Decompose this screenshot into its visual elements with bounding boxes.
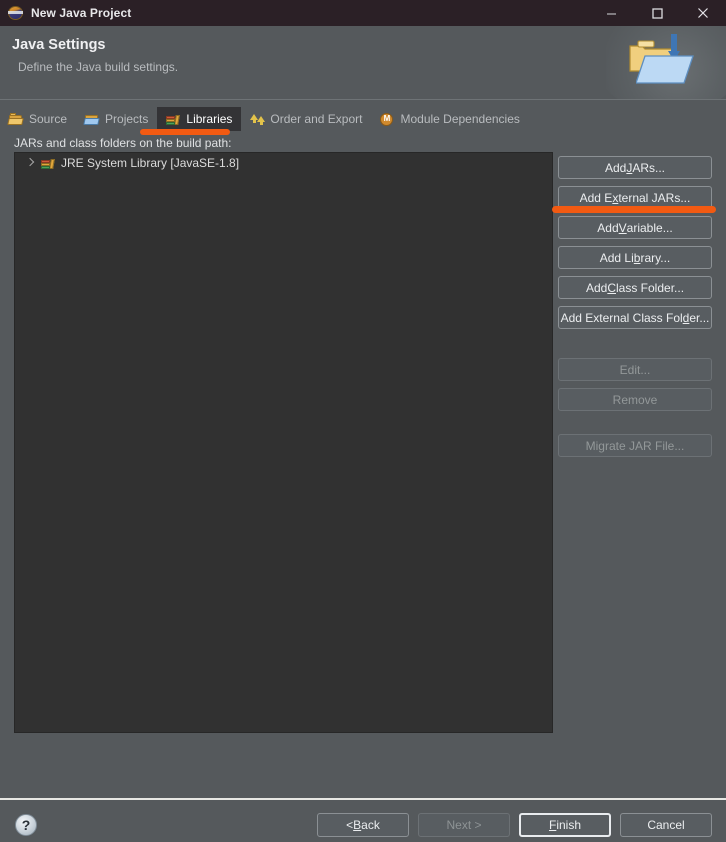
maximize-icon[interactable]	[634, 0, 680, 26]
tab-source[interactable]: Source	[0, 107, 76, 131]
libraries-books-icon	[40, 156, 56, 170]
page-subtitle: Define the Java build settings.	[18, 60, 179, 74]
wizard-banner: Java Settings Define the Java build sett…	[0, 26, 726, 100]
order-export-arrows-icon	[249, 112, 266, 127]
new-java-project-dialog: New Java Project Java Settings Define th…	[0, 0, 726, 842]
libraries-books-icon	[165, 112, 181, 127]
remove-button: Remove	[558, 388, 712, 411]
migrate-jar-file-button: Migrate JAR File...	[558, 434, 712, 457]
module-m-circle-icon: M	[379, 112, 395, 127]
tab-libraries-label: Libraries	[186, 112, 233, 126]
highlight-tab-libraries	[140, 129, 230, 135]
next-button: Next >	[418, 813, 510, 837]
list-item-label: JRE System Library [JavaSE-1.8]	[61, 156, 240, 170]
window-title: New Java Project	[31, 6, 132, 20]
cancel-button[interactable]: Cancel	[620, 813, 712, 837]
tab-module-dependencies[interactable]: M Module Dependencies	[371, 107, 528, 131]
window-controls	[588, 0, 726, 26]
tab-projects[interactable]: Projects	[76, 107, 157, 131]
back-button[interactable]: < Back	[317, 813, 409, 837]
add-external-class-folder-button[interactable]: Add External Class Fol d er...	[558, 306, 712, 329]
help-icon[interactable]: ?	[15, 814, 37, 836]
add-library-button[interactable]: Add Li b rary...	[558, 246, 712, 269]
wizard-nav-buttons: < Back Next > Finish Cancel	[317, 813, 712, 837]
minimize-icon[interactable]	[588, 0, 634, 26]
java-project-icon	[8, 5, 24, 21]
build-path-list[interactable]: JRE System Library [JavaSE-1.8]	[14, 152, 553, 733]
close-icon[interactable]	[680, 0, 726, 26]
tab-projects-label: Projects	[105, 112, 149, 126]
tab-libraries[interactable]: Libraries	[157, 107, 242, 131]
finish-button[interactable]: Finish	[519, 813, 611, 837]
tab-order-and-export-label: Order and Export	[270, 112, 363, 126]
chevron-right-icon[interactable]	[25, 158, 35, 168]
tab-order-and-export[interactable]: Order and Export	[241, 107, 371, 131]
build-path-tabs: Source Projects Libraries Order and Expo…	[0, 107, 726, 131]
tab-source-label: Source	[29, 112, 68, 126]
add-class-folder-button[interactable]: Add Class Folder...	[558, 276, 712, 299]
window-titlebar: New Java Project	[0, 0, 726, 26]
tab-module-dependencies-label: Module Dependencies	[400, 112, 520, 126]
build-path-actions: Add J ARs... Add Ex ternal JARs... Add Var…	[558, 156, 712, 464]
source-folder-icon	[7, 112, 24, 127]
projects-folder-icon	[83, 112, 100, 127]
add-jars-button[interactable]: Add J ARs...	[558, 156, 712, 179]
edit-button: Edit...	[558, 358, 712, 381]
highlight-add-external-jars	[552, 206, 716, 213]
java-build-path-banner-icon	[606, 26, 726, 99]
page-title: Java Settings	[12, 37, 106, 53]
build-path-section-label: JARs and class folders on the build path…	[14, 136, 232, 150]
list-item[interactable]: JRE System Library [JavaSE-1.8]	[15, 153, 552, 173]
add-variable-button[interactable]: Add Variable...	[558, 216, 712, 239]
